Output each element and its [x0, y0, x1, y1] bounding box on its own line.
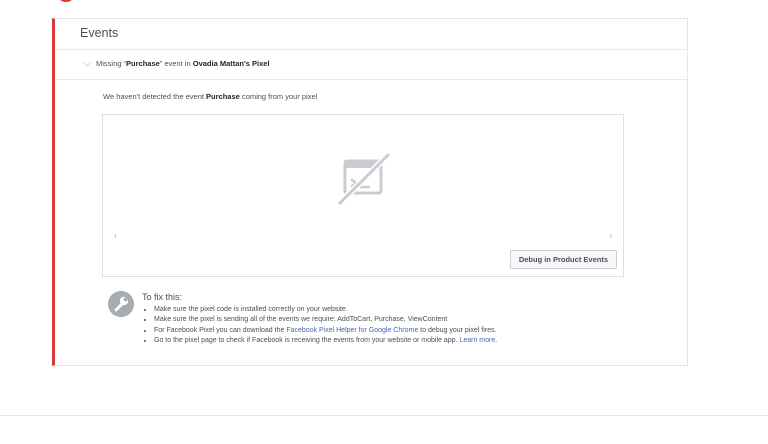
fix-step-text: For Facebook Pixel you can download the: [154, 326, 287, 334]
debug-product-events-button[interactable]: Debug in Product Events: [509, 250, 617, 269]
events-title: Events: [80, 26, 119, 40]
fix-step-text: to debug your pixel fires.: [418, 326, 497, 334]
carousel-prev-button[interactable]: ‹: [114, 231, 117, 240]
event-preview-panel: ‹ › Debug in Product Events: [102, 114, 624, 277]
list-item: Make sure the pixel is sending all of th…: [154, 315, 497, 325]
missing-prefix: Missing “: [96, 59, 127, 68]
list-item: Make sure the pixel code is installed co…: [154, 305, 497, 315]
list-item: For Facebook Pixel you can download the …: [154, 326, 497, 336]
fix-title: To fix this:: [142, 292, 183, 302]
missing-event-toggle[interactable]: ⌵ Missing “Purchase” event in Ovadia Matt…: [84, 59, 270, 69]
fix-step-text: Go to the pixel page to check if Faceboo…: [154, 336, 460, 344]
missing-middle: ” event in: [159, 59, 193, 68]
not-detected-notice: We haven't detected the event Purchase c…: [103, 92, 317, 101]
image-placeholder-icon: [336, 151, 392, 207]
pixel-name: Ovadia Mattan's Pixel: [192, 59, 270, 68]
events-card: Events ⌵ Missing “Purchase” event in Ovad…: [52, 18, 688, 366]
notice-suffix: coming from your pixel: [239, 92, 318, 101]
notice-event-name: Purchase: [206, 92, 240, 101]
divider: [55, 49, 687, 50]
wrench-icon: [108, 291, 134, 317]
footer-divider: [0, 415, 768, 416]
divider: [55, 79, 687, 80]
missing-event-name: Purchase: [126, 59, 160, 68]
fix-steps-list: Make sure the pixel code is installed co…: [142, 305, 497, 346]
carousel-next-button[interactable]: ›: [609, 231, 612, 240]
chevron-down-icon: ⌵: [84, 59, 91, 68]
learn-more-link[interactable]: Learn more.: [459, 337, 497, 344]
top-status-badge: [56, 0, 76, 2]
notice-prefix: We haven't detected the event: [103, 92, 207, 101]
list-item: Go to the pixel page to check if Faceboo…: [154, 336, 497, 346]
pixel-helper-link[interactable]: Facebook Pixel Helper for Google Chrome: [286, 327, 418, 334]
